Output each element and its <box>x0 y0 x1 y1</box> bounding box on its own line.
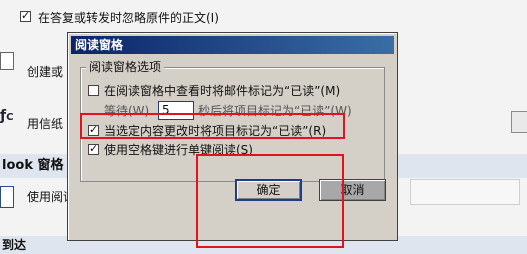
stationery-icon: ƒC <box>0 108 14 124</box>
dialog-title: 阅读窗格 <box>75 38 124 52</box>
group-label: 阅读窗格选项 <box>86 58 165 75</box>
stationery-label: 用信纸 <box>27 117 64 131</box>
reading-pane-icon <box>0 186 14 208</box>
cancel-button-label: 取消 <box>340 183 365 197</box>
create-icon <box>0 52 14 70</box>
reading-pane-button[interactable] <box>410 179 520 205</box>
section-title-text: look 窗格 <box>2 158 64 173</box>
mark-read-on-view-label[interactable]: 在阅读窗格中查看时将邮件标记为“已读”(M) <box>104 82 340 99</box>
highlight-box-ok <box>196 154 344 248</box>
create-label: 创建或 <box>27 65 64 79</box>
single-key-reading-checkbox[interactable] <box>88 142 99 156</box>
ignore-original-checkbox[interactable] <box>20 9 31 23</box>
bottom-section-text: 到达 <box>2 238 27 252</box>
mark-read-on-view-checkbox[interactable] <box>88 85 99 96</box>
ignore-original-label: 在答复或转发时忽略原件的正文(I) <box>38 11 219 25</box>
highlight-box-option <box>80 113 345 139</box>
stationery-button[interactable] <box>511 111 527 133</box>
dialog-titlebar[interactable]: 阅读窗格 <box>71 36 394 54</box>
